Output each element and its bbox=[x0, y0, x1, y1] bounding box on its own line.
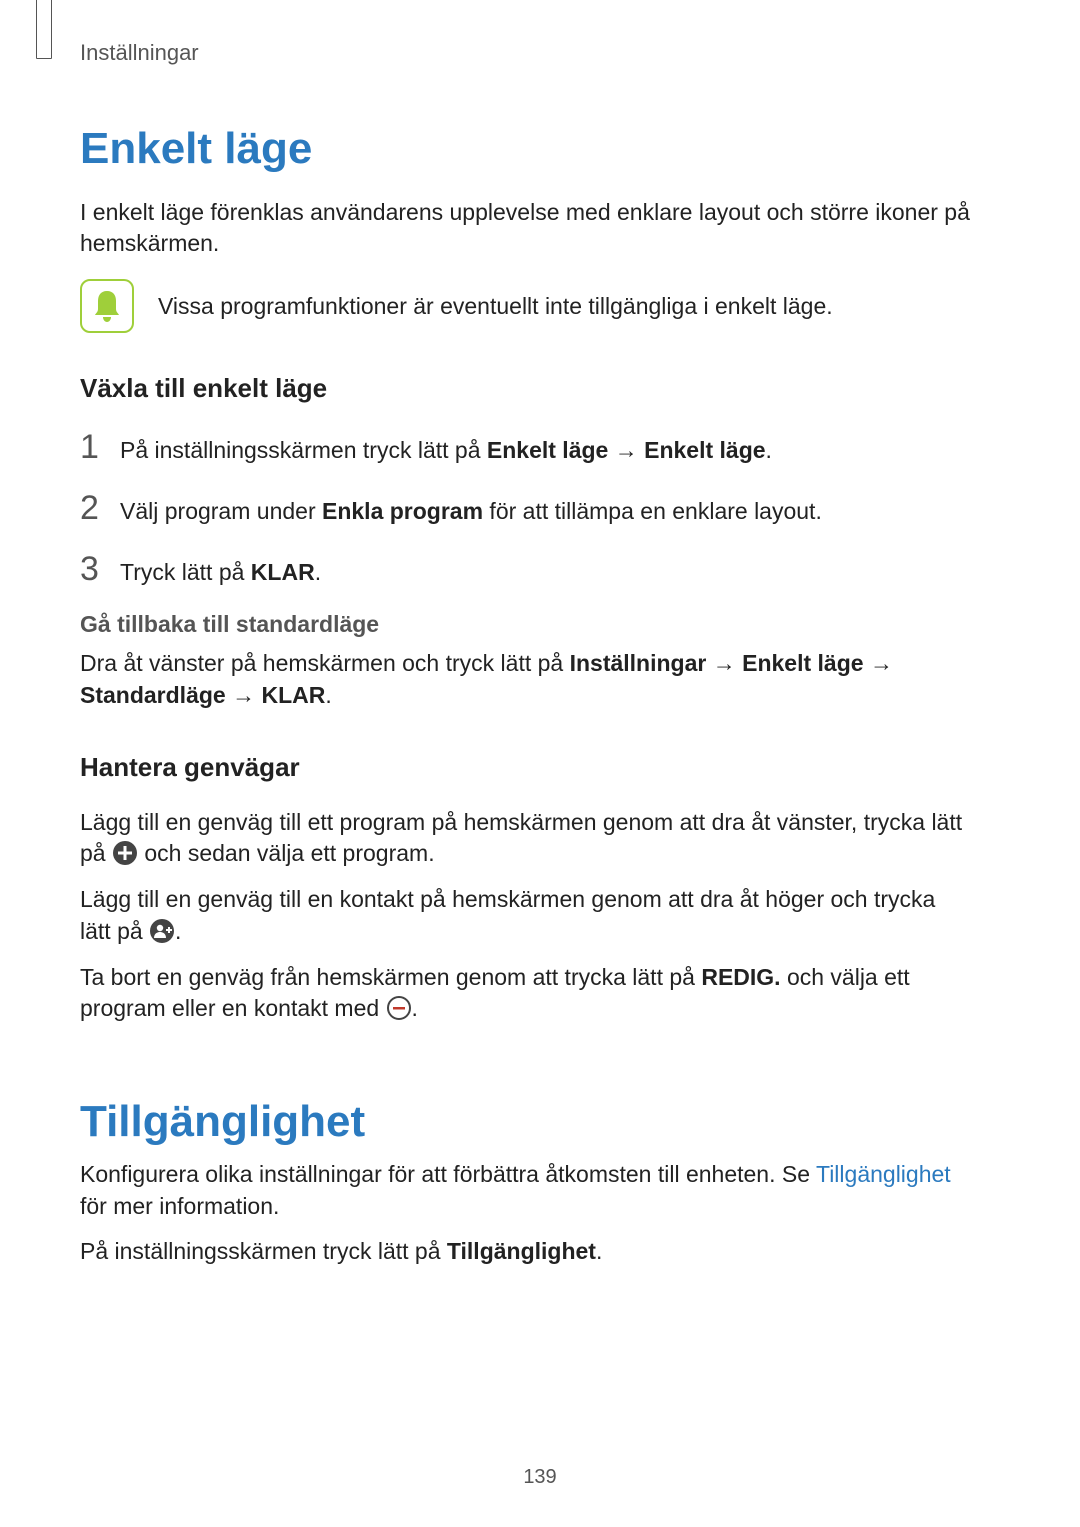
section-title-easy-mode: Enkelt läge bbox=[80, 124, 970, 174]
plus-circle-icon bbox=[112, 840, 138, 866]
subsubsection-back-title: Gå tillbaka till standardläge bbox=[80, 611, 970, 638]
minus-circle-outline-icon bbox=[386, 995, 412, 1021]
intro-paragraph: I enkelt läge förenklas användarens uppl… bbox=[80, 197, 970, 259]
step-number: 1 bbox=[80, 428, 104, 467]
step-text: Välj program under Enkla program för att… bbox=[120, 498, 822, 525]
section-breadcrumb: Inställningar bbox=[80, 40, 970, 66]
manual-page: Inställningar Enkelt läge I enkelt läge … bbox=[0, 0, 1080, 1527]
bell-icon bbox=[80, 279, 134, 333]
subsection-switch-title: Växla till enkelt läge bbox=[80, 373, 970, 404]
accessibility-p2: På inställningsskärmen tryck lätt på Til… bbox=[80, 1236, 970, 1268]
accessibility-link[interactable]: Tillgänglighet bbox=[816, 1161, 951, 1187]
step-2: 2 Välj program under Enkla program för a… bbox=[80, 489, 970, 528]
back-paragraph: Dra åt vänster på hemskärmen och tryck l… bbox=[80, 648, 970, 711]
shortcuts-p2: Lägg till en genväg till en kontakt på h… bbox=[80, 884, 970, 947]
page-number: 139 bbox=[0, 1466, 1080, 1489]
shortcuts-p1: Lägg till en genväg till ett program på … bbox=[80, 807, 970, 870]
tab-mark-decoration bbox=[36, 0, 52, 58]
step-text: På inställningsskärmen tryck lätt på Enk… bbox=[120, 437, 772, 464]
step-3: 3 Tryck lätt på KLAR. bbox=[80, 550, 970, 589]
section-accessibility: Tillgänglighet Konfigurera olika inställ… bbox=[80, 1097, 970, 1268]
step-text: Tryck lätt på KLAR. bbox=[120, 559, 321, 586]
accessibility-p1: Konfigurera olika inställningar för att … bbox=[80, 1159, 970, 1222]
add-contact-icon bbox=[149, 918, 175, 944]
section-title-accessibility: Tillgänglighet bbox=[80, 1097, 970, 1147]
step-number: 3 bbox=[80, 550, 104, 589]
shortcuts-p3: Ta bort en genväg från hemskärmen genom … bbox=[80, 962, 970, 1025]
step-number: 2 bbox=[80, 489, 104, 528]
note-block: Vissa programfunktioner är eventuellt in… bbox=[80, 279, 970, 333]
note-text: Vissa programfunktioner är eventuellt in… bbox=[158, 293, 833, 320]
step-1: 1 På inställningsskärmen tryck lätt på E… bbox=[80, 428, 970, 467]
subsection-shortcuts-title: Hantera genvägar bbox=[80, 752, 970, 783]
